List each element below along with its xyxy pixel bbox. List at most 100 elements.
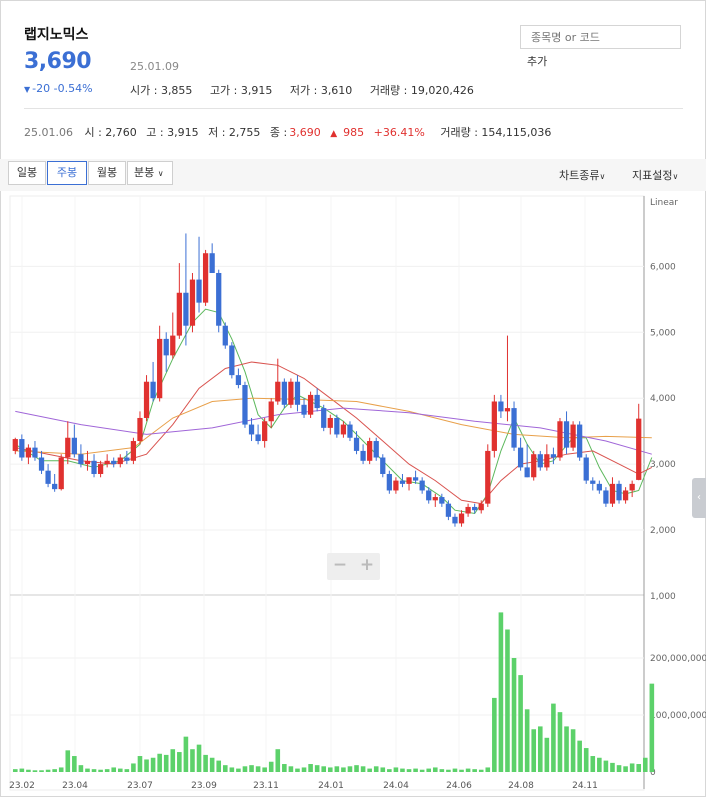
volume-bar [387,769,392,772]
price-tick-label: 1,000 [650,592,676,602]
change-percent: -0.54% [53,82,93,95]
indicator-dropdown[interactable]: 지표설정∨ [632,167,678,183]
candle-body [97,464,104,474]
volume-bar [354,765,359,772]
volume-bar [163,754,169,772]
volume-bar [117,768,123,772]
volume-bar [537,726,543,772]
candle-body [498,401,504,412]
candle-body [380,457,386,474]
chevron-down-icon: ∨ [157,169,164,178]
volume-bar [222,765,228,772]
volume-bar [52,769,57,772]
volume-bar [249,765,254,772]
candle-body [629,483,635,491]
candle-body [143,381,150,418]
volume-bar [603,760,609,772]
volume-bar [649,683,655,772]
zoom-out-icon[interactable]: − [327,555,353,575]
candle-body [84,460,91,465]
tab-daily[interactable]: 일봉 [8,161,46,185]
ma5-line [15,308,653,515]
volume-bar [583,748,589,772]
candle-body [216,272,222,326]
volume-bar [268,761,274,772]
volume-bar [216,760,222,772]
candle-body [452,516,458,524]
volume-bar [570,729,576,772]
volume-bar [58,767,64,772]
tab-minute[interactable]: 분봉 ∨ [127,161,173,185]
volume-bar [531,729,537,772]
up-triangle-icon: ▲ [330,129,338,139]
volume-bar [190,749,195,772]
candle-body [314,394,320,409]
chart-type-dropdown[interactable]: 차트종류∨ [559,167,605,183]
candle-body [596,483,602,491]
candle-body [288,381,294,405]
candle-body [340,424,347,435]
candle-body [334,417,340,435]
volume-bar [85,768,90,772]
volume-bar [524,709,530,772]
volume-bar [39,770,44,772]
volume-bar [196,744,202,772]
volume-bar [419,769,425,772]
candle-body [327,417,333,428]
volume-bar [19,768,25,772]
change-value: -20 [32,82,51,95]
candle-body [183,292,189,326]
volume-bar [314,765,320,772]
ma20-line [15,361,653,505]
candle-body [25,447,32,458]
period-high: 고 : 3,915 [146,126,199,139]
candle-body [550,454,557,458]
candle-body [570,424,576,448]
volume-bar [327,767,333,772]
volume-bar [295,768,300,772]
volume-bar [505,629,510,772]
candle-body [170,335,176,356]
candle-body [275,381,281,402]
volume-bar [590,756,596,772]
tab-monthly[interactable]: 월봉 [88,161,126,185]
plot-frame [9,195,645,791]
candle-body [386,473,392,491]
candle-body [71,437,77,455]
down-triangle-icon: ▼ [24,85,31,94]
candle-body [445,503,452,517]
candle-body [439,497,445,504]
stock-chart[interactable]: 1,0002,0003,0004,0005,0006,000Linear0100… [0,195,706,795]
candle-body [255,434,261,442]
candle-body [504,408,511,412]
candle-body [406,477,412,484]
candle-body [609,483,616,504]
volume-bar [72,756,77,772]
search-input[interactable] [520,25,681,49]
price-stats: 시가 : 3,855 고가 : 3,915 저가 : 3,610 거래량 : 1… [130,82,488,98]
period-close-label: 종 : [269,126,288,139]
volume-bar [492,697,497,772]
volume-bar [32,770,38,772]
candle-body [294,381,301,405]
volume-bar [282,764,287,772]
volume-bar [45,769,51,772]
volume-bar [544,737,550,772]
add-button[interactable]: 추가 [527,53,547,69]
price-date: 25.01.09 [130,60,179,73]
volume-bar [275,749,281,772]
side-panel-toggle-icon[interactable]: ‹ [692,478,706,518]
tab-weekly[interactable]: 주봉 [47,161,87,185]
price-tick-label: 3,000 [650,460,676,470]
zoom-in-icon[interactable]: + [354,555,380,575]
volume-bar [91,769,97,772]
candle-body [485,450,491,504]
candle-body [137,417,143,442]
period-volume: 거래량 : 154,115,036 [440,126,552,139]
candle-body [262,421,268,442]
candle-body [301,404,307,415]
candle-body [432,497,438,501]
stock-name: 랩지노믹스 [24,27,89,43]
volume-bar [373,766,379,772]
volume-bar [380,767,386,772]
